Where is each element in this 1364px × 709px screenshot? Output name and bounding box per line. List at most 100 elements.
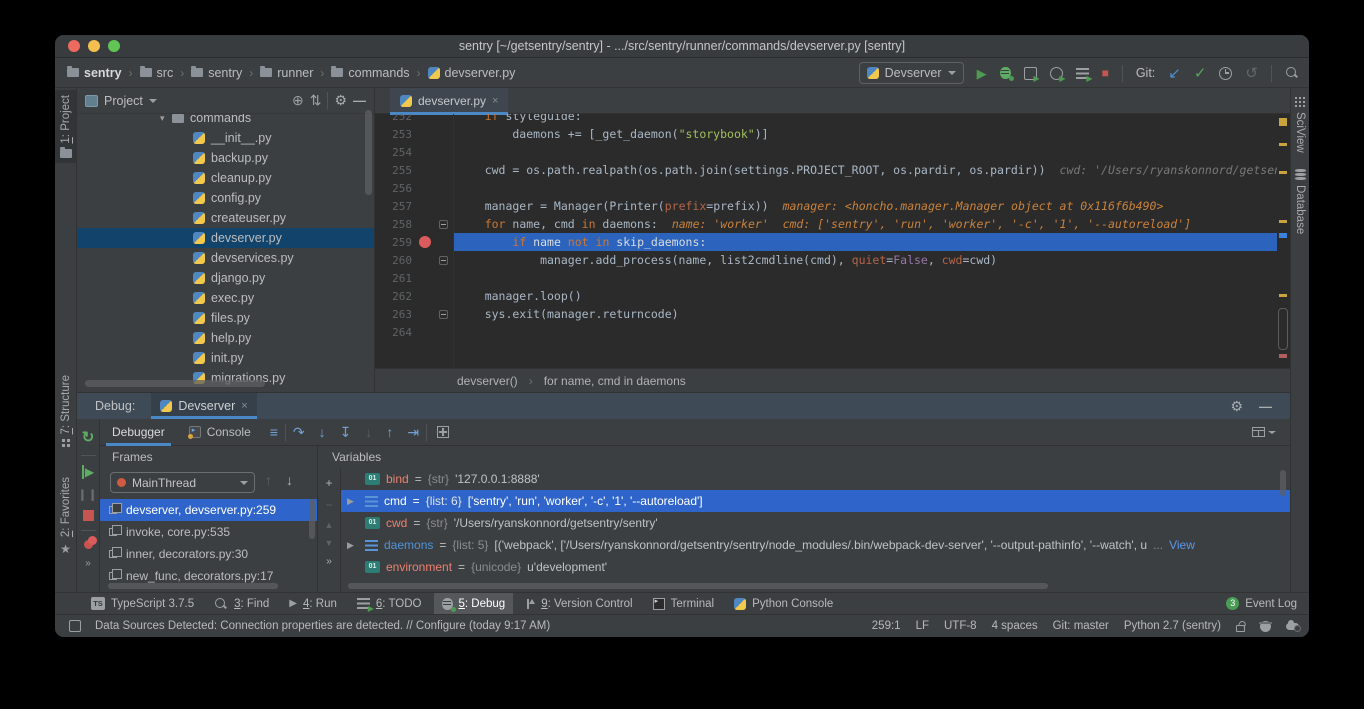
project-file-row[interactable]: devservices.py	[77, 248, 374, 268]
breakpoint-icon[interactable]	[419, 236, 431, 248]
layout-settings-button[interactable]	[1252, 427, 1276, 437]
status-item[interactable]: Python 2.7 (sentry)	[1124, 620, 1221, 632]
run-button[interactable]: ▶	[977, 67, 987, 80]
stack-frame-row[interactable]: inner, decorators.py:30	[100, 543, 317, 565]
toolwindow-button-debug[interactable]: 5: Debug	[434, 593, 514, 615]
line-number[interactable]: 263	[375, 306, 412, 324]
git-history-button[interactable]	[1219, 67, 1232, 80]
show-execution-point-button[interactable]: ≡	[263, 424, 285, 440]
variables-horizontal-scrollbar[interactable]	[348, 583, 1048, 589]
toolwindow-button-python[interactable]: Python Console	[726, 593, 841, 615]
code-area[interactable]: 252 if styleguide:253 daemons += [_get_d…	[375, 114, 1290, 368]
gear-icon[interactable]: ⚙	[1230, 398, 1243, 415]
toolwindow-button-terminal[interactable]: Terminal	[645, 593, 722, 615]
variable-row[interactable]: cwd = {str} '/Users/ryanskonnord/getsent…	[341, 512, 1290, 534]
variable-row[interactable]: environment = {unicode} u'development'	[341, 556, 1290, 578]
gutter[interactable]	[412, 269, 457, 287]
variable-row[interactable]: bind = {str} '127.0.0.1:8888'	[341, 468, 1290, 490]
locate-file-icon[interactable]: ⊕	[292, 92, 304, 109]
stop-button[interactable]: ■	[1102, 67, 1109, 79]
step-into-button[interactable]: ↓	[312, 424, 333, 440]
debug-session-tab[interactable]: Devserver ×	[151, 393, 256, 419]
line-number[interactable]: 254	[375, 144, 412, 162]
status-item[interactable]: UTF-8	[944, 620, 977, 632]
sidebar-item-structure[interactable]: 7: Structure	[55, 370, 76, 452]
editor-preview-icon[interactable]	[69, 620, 81, 632]
editor-vertical-scrollbar[interactable]	[1278, 308, 1288, 350]
move-up-button[interactable]: ▲	[325, 520, 334, 530]
more-icon[interactable]: »	[326, 556, 332, 567]
project-file-row[interactable]: django.py	[77, 268, 374, 288]
remove-watch-button[interactable]: −	[325, 498, 332, 512]
sidebar-item-favorites[interactable]: 2: Favorites ★	[55, 472, 76, 561]
project-file-row[interactable]: cleanup.py	[77, 168, 374, 188]
status-message[interactable]: Data Sources Detected: Connection proper…	[95, 620, 550, 632]
editor-marker-strip[interactable]	[1277, 114, 1290, 368]
toolwindow-button-typescript[interactable]: TypeScript 3.7.5	[83, 593, 202, 615]
next-frame-button[interactable]: ↓	[286, 472, 293, 488]
frames-horizontal-scrollbar[interactable]	[108, 583, 278, 589]
gutter[interactable]	[412, 305, 457, 323]
toolwindow-button-vcs[interactable]: 9: Version Control	[517, 593, 640, 615]
line-number[interactable]: 259	[375, 234, 412, 252]
collapse-all-icon[interactable]: ⇅	[310, 92, 322, 109]
editor-tab-devserver[interactable]: devserver.py ×	[390, 88, 508, 114]
line-number[interactable]: 255	[375, 162, 412, 180]
line-number[interactable]: 257	[375, 198, 412, 216]
gutter[interactable]	[412, 161, 457, 179]
line-number[interactable]: 261	[375, 270, 412, 288]
run-configuration-select[interactable]: Devserver	[859, 62, 964, 84]
view-breakpoints-button[interactable]	[84, 540, 93, 549]
toolwindow-button-find[interactable]: 3: Find	[206, 593, 277, 615]
lock-icon[interactable]	[1236, 625, 1245, 632]
sidebar-item-sciview[interactable]: SciView	[1291, 92, 1309, 158]
step-into-my-code-button[interactable]: ↓	[358, 424, 379, 440]
event-log-button[interactable]: 3 Event Log	[1226, 597, 1297, 610]
close-session-icon[interactable]: ×	[241, 400, 247, 412]
fold-marker-icon[interactable]	[439, 220, 448, 229]
project-file-row[interactable]: __init__.py	[77, 128, 374, 148]
evaluate-expression-button[interactable]	[437, 426, 449, 438]
status-item[interactable]: 259:1	[872, 620, 901, 632]
sidebar-item-project[interactable]: 1: Project	[55, 90, 76, 163]
variables-vertical-scrollbar[interactable]	[1280, 470, 1286, 496]
gutter[interactable]	[412, 233, 457, 251]
project-file-row[interactable]: devserver.py	[77, 228, 374, 248]
gutter[interactable]	[412, 197, 457, 215]
search-everywhere-button[interactable]	[1285, 66, 1299, 80]
fold-marker-icon[interactable]	[439, 256, 448, 265]
pause-button[interactable]: ❙❙	[78, 488, 98, 501]
gutter[interactable]	[412, 215, 457, 233]
gutter[interactable]	[412, 114, 457, 125]
move-down-button[interactable]: ▼	[325, 538, 334, 548]
sidebar-item-database[interactable]: Database	[1291, 164, 1309, 239]
line-number[interactable]: 260	[375, 252, 412, 270]
run-to-cursor-button[interactable]: ⇥	[400, 424, 426, 441]
breadcrumb-item[interactable]: sentry	[67, 66, 122, 80]
gear-icon[interactable]: ⚙	[334, 92, 347, 109]
gutter[interactable]	[412, 323, 457, 341]
git-update-button[interactable]: ↙	[1168, 66, 1181, 81]
hide-panel-icon[interactable]: —	[353, 93, 366, 108]
tab-debugger[interactable]: Debugger	[100, 419, 177, 446]
toolwindow-button-run[interactable]: ▶4: Run	[281, 593, 345, 615]
step-out-button[interactable]: ↑	[379, 424, 400, 440]
collapse-arrow-icon[interactable]: ▾	[160, 114, 165, 124]
view-link[interactable]: View	[1169, 538, 1195, 552]
variable-row[interactable]: ▶daemons = {list: 5} [('webpack', ['/Use…	[341, 534, 1290, 556]
status-item[interactable]: LF	[916, 620, 929, 632]
rerun-button[interactable]: ↻	[82, 428, 95, 446]
breadcrumb-item[interactable]: devserver.py	[428, 66, 516, 80]
gutter[interactable]	[412, 143, 457, 161]
project-file-row[interactable]: help.py	[77, 328, 374, 348]
variable-row[interactable]: ▶cmd = {list: 6} ['sentry', 'run', 'work…	[341, 490, 1290, 512]
tab-console[interactable]: Console	[177, 419, 263, 446]
project-file-row[interactable]: exec.py	[77, 288, 374, 308]
inspections-icon[interactable]	[1260, 621, 1271, 632]
gutter[interactable]	[412, 251, 457, 269]
gutter[interactable]	[412, 287, 457, 305]
chevron-down-icon[interactable]	[149, 99, 157, 103]
git-revert-button[interactable]: ↺	[1245, 66, 1258, 81]
breadcrumb-statement[interactable]: for name, cmd in daemons	[544, 374, 686, 388]
status-item[interactable]: Git: master	[1053, 620, 1109, 632]
